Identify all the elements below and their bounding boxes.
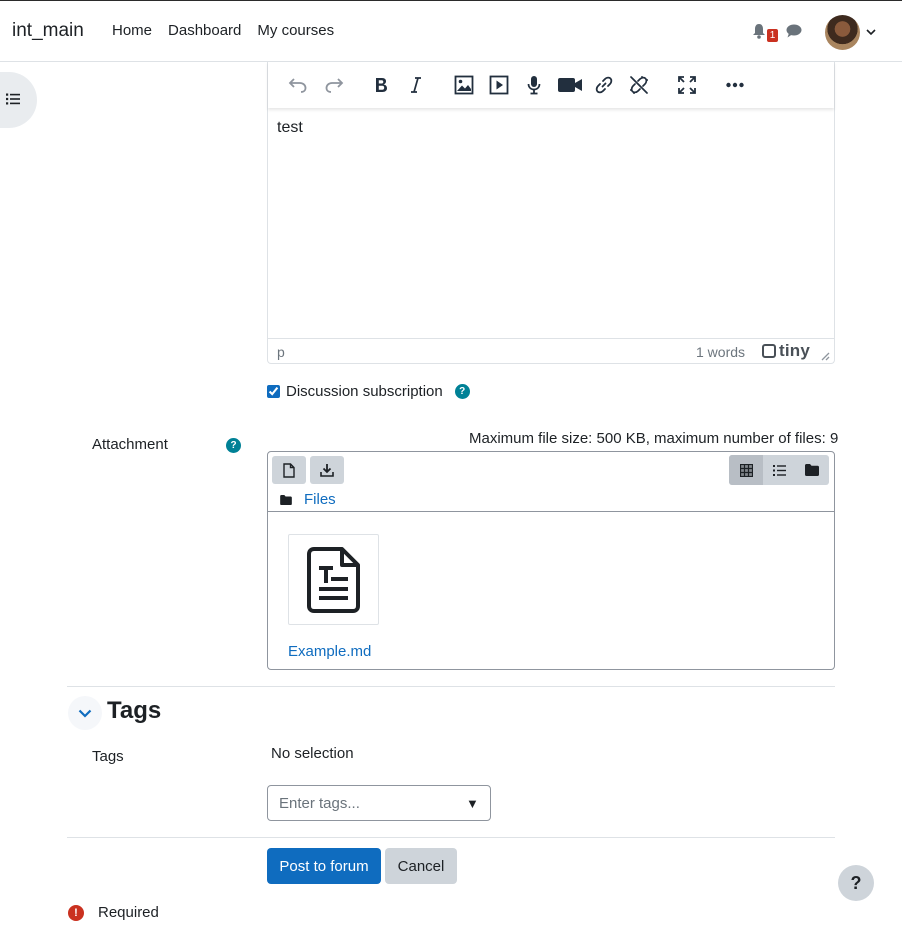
editor-statusbar: p 1 words tiny xyxy=(268,338,834,363)
download-all-button[interactable] xyxy=(310,456,344,484)
tags-label: Tags xyxy=(92,748,124,765)
text-file-icon xyxy=(306,546,360,613)
discussion-subscription: Discussion subscription ? xyxy=(267,383,470,400)
download-icon xyxy=(320,464,334,477)
section-divider xyxy=(67,686,835,687)
tiny-logo[interactable]: tiny xyxy=(762,341,810,361)
file-thumbnail[interactable] xyxy=(288,534,379,625)
view-icons-button[interactable] xyxy=(729,455,763,485)
view-list-button[interactable] xyxy=(762,455,796,485)
dropdown-caret-icon[interactable]: ▼ xyxy=(466,796,479,811)
unlink-button[interactable] xyxy=(627,73,651,97)
unlink-icon xyxy=(630,76,648,94)
required-label: Required xyxy=(98,904,159,921)
media-icon xyxy=(489,75,509,95)
redo-icon xyxy=(325,78,344,93)
avatar[interactable] xyxy=(825,15,860,50)
grid-icon xyxy=(739,463,753,477)
view-mode-switcher xyxy=(729,455,829,485)
insert-media-button[interactable] xyxy=(487,73,511,97)
bold-icon xyxy=(376,78,387,92)
editor-content[interactable]: test xyxy=(277,119,303,137)
help-icon[interactable]: ? xyxy=(454,384,470,399)
italic-button[interactable] xyxy=(404,73,428,97)
redo-button[interactable] xyxy=(322,73,346,97)
chevron-down-icon[interactable] xyxy=(866,28,876,36)
fullscreen-icon xyxy=(678,76,696,94)
required-icon: ! xyxy=(68,904,84,921)
site-brand[interactable]: int_main xyxy=(12,20,84,42)
file-icon xyxy=(283,462,295,478)
link-icon xyxy=(595,76,613,94)
list-icon xyxy=(772,464,786,476)
insert-link-button[interactable] xyxy=(592,73,616,97)
post-to-forum-button[interactable]: Post to forum xyxy=(267,848,381,884)
resize-handle-icon[interactable] xyxy=(820,351,830,361)
section-divider xyxy=(67,837,835,838)
bold-button[interactable] xyxy=(369,73,393,97)
more-tools-button[interactable] xyxy=(723,73,747,97)
file-manager: Files Example.md xyxy=(267,451,835,670)
help-button[interactable]: ? xyxy=(838,865,874,901)
folder-icon xyxy=(280,494,292,505)
discussion-subscription-checkbox[interactable] xyxy=(267,385,280,398)
required-legend: ! Required xyxy=(68,904,159,921)
attachment-help-icon[interactable]: ? xyxy=(226,438,241,453)
chat-icon[interactable] xyxy=(786,24,802,38)
more-icon xyxy=(726,82,744,88)
undo-icon xyxy=(288,78,307,93)
file-manager-toolbar: Files xyxy=(268,452,834,512)
undo-button[interactable] xyxy=(286,73,310,97)
element-path[interactable]: p xyxy=(277,344,285,360)
tiny-brand-text: tiny xyxy=(779,341,811,360)
tags-collapse-button[interactable] xyxy=(68,696,102,730)
add-file-button[interactable] xyxy=(272,456,306,484)
notification-count-badge: 1 xyxy=(767,29,778,42)
tags-selection-status: No selection xyxy=(271,745,354,762)
record-audio-button[interactable] xyxy=(522,73,546,97)
top-navbar: int_main Home Dashboard My courses 1 xyxy=(0,0,902,62)
word-count[interactable]: 1 words xyxy=(696,344,745,360)
tags-autocomplete[interactable]: ▼ xyxy=(267,785,491,821)
insert-image-button[interactable] xyxy=(452,73,476,97)
fullscreen-button[interactable] xyxy=(675,73,699,97)
discussion-subscription-label[interactable]: Discussion subscription xyxy=(286,383,443,400)
course-index-toggle[interactable] xyxy=(0,72,37,128)
image-icon xyxy=(454,75,474,95)
nav-home-link[interactable]: Home xyxy=(112,22,152,39)
max-file-size-note: Maximum file size: 500 KB, maximum numbe… xyxy=(469,430,839,447)
view-tree-button[interactable] xyxy=(795,455,829,485)
italic-icon xyxy=(411,77,421,93)
editor-toolbar xyxy=(268,62,834,108)
tiny-logo-icon xyxy=(762,344,776,358)
folder-breadcrumb: Files xyxy=(280,491,336,508)
record-video-button[interactable] xyxy=(556,73,584,97)
file-name-link[interactable]: Example.md xyxy=(288,643,371,660)
primary-navigation: Home Dashboard My courses xyxy=(112,22,350,39)
nav-dashboard-link[interactable]: Dashboard xyxy=(168,22,241,39)
message-editor: test p 1 words tiny xyxy=(267,62,835,364)
tags-input[interactable] xyxy=(268,786,458,820)
microphone-icon xyxy=(527,76,541,95)
cancel-button[interactable]: Cancel xyxy=(385,848,457,884)
tags-section-heading: Tags xyxy=(107,697,162,724)
video-icon xyxy=(558,78,582,92)
nav-my-courses-link[interactable]: My courses xyxy=(257,22,334,39)
list-icon xyxy=(6,93,20,105)
bell-icon[interactable] xyxy=(752,23,766,39)
folder-icon xyxy=(805,464,819,476)
attachment-label: Attachment xyxy=(92,436,168,453)
files-folder-link[interactable]: Files xyxy=(304,491,336,508)
chevron-down-icon xyxy=(78,709,92,718)
